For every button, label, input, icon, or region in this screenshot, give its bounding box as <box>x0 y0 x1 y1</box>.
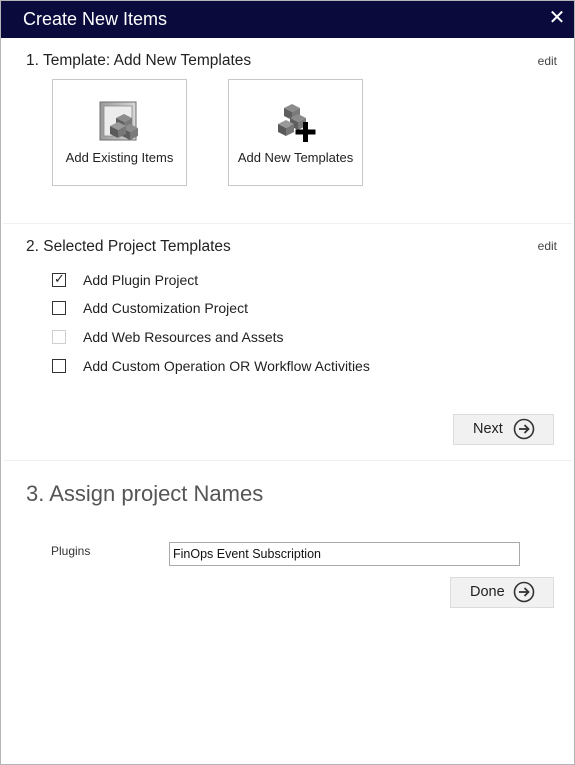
add-existing-items-label: Add Existing Items <box>65 150 174 165</box>
plugins-field-label: Plugins <box>51 544 91 558</box>
add-new-templates-label: Add New Templates <box>237 150 354 165</box>
next-button[interactable]: Next <box>453 414 554 445</box>
section1-title: 1. Template: Add New Templates <box>26 52 252 69</box>
option-label: Add Custom Operation OR Workflow Activit… <box>83 358 370 374</box>
option-label: Add Customization Project <box>83 300 248 316</box>
create-new-items-dialog: Create New Items ✕ 1. Template: Add New … <box>0 0 575 765</box>
add-new-templates-tile[interactable]: Add New Templates <box>228 79 363 186</box>
existing-items-icon <box>99 101 138 141</box>
next-button-label: Next <box>473 421 503 437</box>
customization-project-checkbox[interactable] <box>52 301 66 315</box>
window-title: Create New Items <box>23 9 168 29</box>
option-label: Add Plugin Project <box>83 272 199 288</box>
section-divider <box>3 460 572 461</box>
section2-title: 2. Selected Project Templates <box>26 238 231 255</box>
section-divider <box>3 223 572 224</box>
done-button-label: Done <box>470 584 505 600</box>
plugin-project-checkbox[interactable]: ✓ <box>52 271 66 287</box>
section1-edit-link[interactable]: edit <box>538 54 557 68</box>
done-button[interactable]: Done <box>450 577 554 608</box>
title-bar: Create New Items ✕ <box>1 1 574 38</box>
arrow-right-circle-icon <box>513 418 535 440</box>
section2-edit-link[interactable]: edit <box>538 239 557 253</box>
arrow-right-circle-icon <box>513 581 535 603</box>
section3-title: 3. Assign project Names <box>26 481 264 506</box>
new-templates-icon <box>277 104 315 142</box>
checkmark-icon: ✓ <box>54 271 65 286</box>
plugins-name-input[interactable] <box>169 542 520 566</box>
option-label: Add Web Resources and Assets <box>83 329 284 345</box>
add-existing-items-tile[interactable]: Add Existing Items <box>52 79 187 186</box>
close-icon[interactable]: ✕ <box>546 7 568 29</box>
web-resources-checkbox <box>52 330 66 344</box>
custom-operation-checkbox[interactable] <box>52 359 66 373</box>
